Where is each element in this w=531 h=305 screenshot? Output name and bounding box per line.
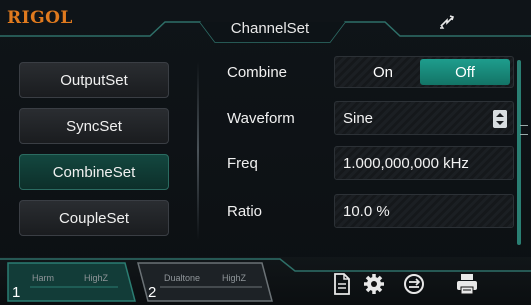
ratio-label: Ratio [227, 203, 263, 220]
combine-label: Combine [227, 64, 288, 81]
ratio-input[interactable]: 10.0 % [334, 194, 514, 228]
menu-sync-set-button[interactable]: SyncSet [19, 108, 169, 144]
combine-toggle[interactable]: On Off [334, 56, 514, 88]
menu-couple-set-button[interactable]: CoupleSet [19, 200, 169, 236]
updown-arrow-icon[interactable] [493, 110, 507, 128]
menu-item-label: CombineSet [52, 163, 136, 181]
file-icon[interactable] [330, 272, 354, 296]
top-bar: RIGOL ChannelSet [0, 0, 531, 46]
page-title: ChannelSet [230, 20, 310, 37]
channel-1-impedance: HighZ [84, 273, 109, 283]
freq-value: 1.000,000,000 kHz [343, 154, 469, 172]
printer-icon[interactable] [455, 272, 479, 296]
waveform-select[interactable]: Sine [334, 101, 514, 135]
channel-1-mode: Harm [32, 273, 54, 283]
channel-1-number: 1 [12, 284, 21, 301]
channel-2-mode: Dualtone [164, 273, 201, 283]
bottom-bar: Harm HighZ 1 Dualtone HighZ 2 [0, 257, 531, 305]
menu-combine-set-button[interactable]: CombineSet [19, 154, 169, 190]
channel-2-impedance: HighZ [222, 273, 247, 283]
channel-2-tab[interactable]: Dualtone HighZ 2 [140, 261, 270, 303]
menu-output-set-button[interactable]: OutputSet [19, 62, 169, 98]
combine-on-option[interactable]: On [335, 57, 431, 87]
waveform-label: Waveform [227, 110, 295, 127]
screen: RIGOL ChannelSet OutputSet SyncSet Combi… [0, 0, 531, 305]
channel-2-number: 2 [148, 284, 157, 301]
ratio-value: 10.0 % [343, 202, 390, 220]
menu-item-label: OutputSet [60, 71, 128, 89]
menu-item-label: SyncSet [66, 117, 122, 135]
brand-logo: RIGOL [7, 8, 73, 28]
combine-off-option[interactable]: Off [420, 59, 510, 85]
channel-1-tab[interactable]: Harm HighZ 1 [8, 261, 136, 303]
gear-icon[interactable] [362, 272, 386, 296]
swap-arrows-icon[interactable] [437, 12, 457, 32]
scrollbar[interactable] [517, 60, 521, 245]
transfer-icon[interactable] [402, 272, 426, 296]
freq-input[interactable]: 1.000,000,000 kHz [334, 146, 514, 180]
waveform-value: Sine [343, 109, 374, 127]
scroll-grip-icon[interactable] [520, 125, 528, 135]
panel-divider [197, 62, 199, 240]
freq-label: Freq [227, 155, 258, 172]
menu-item-label: CoupleSet [58, 209, 130, 227]
